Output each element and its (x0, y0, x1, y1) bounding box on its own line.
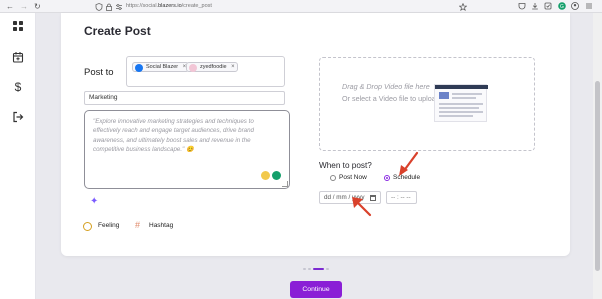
permissions-icon (116, 4, 122, 10)
account-chip-label: zyedfoodie (200, 64, 227, 70)
reload-icon[interactable]: ↻ (34, 1, 41, 12)
step-dot (308, 268, 311, 270)
when-to-post-label: When to post? (319, 161, 372, 170)
facebook-icon (135, 63, 143, 72)
time-input[interactable]: -- : -- -- (386, 191, 417, 204)
video-dropzone[interactable]: Drag & Drop Video file here Or select a … (319, 57, 535, 151)
ai-magic-icon[interactable]: ✦ (90, 196, 98, 207)
account-selector[interactable]: Social Blazer × zyedfoodie × (126, 56, 285, 87)
feeling-icon[interactable] (83, 222, 92, 231)
extensions-icon[interactable] (544, 2, 552, 10)
step-dot (326, 268, 329, 270)
caption-textarea[interactable]: "Explore innovative marketing strategies… (84, 110, 290, 189)
step-dot (303, 268, 306, 270)
grammarly-icon[interactable] (272, 171, 281, 180)
forward-icon[interactable]: → (20, 1, 28, 12)
shield-icon (95, 3, 103, 11)
annotation-arrow-icon (352, 197, 372, 217)
account-chip-instagram[interactable]: zyedfoodie × (186, 62, 238, 72)
page-scrollbar[interactable] (593, 13, 602, 299)
remove-account-icon[interactable]: × (231, 63, 235, 71)
calendar-icon[interactable] (12, 51, 24, 63)
post-now-label[interactable]: Post Now (339, 174, 367, 181)
post-to-label: Post to (84, 67, 114, 78)
dashboard-icon[interactable] (12, 20, 24, 32)
annotation-arrow-icon (399, 151, 419, 176)
back-icon[interactable]: ← (6, 1, 14, 12)
sidebar: $ (0, 13, 36, 299)
url-text: https://social.blazers.io/create_post (126, 3, 212, 9)
pocket-icon[interactable] (518, 2, 526, 10)
schedule-radio[interactable] (384, 175, 390, 181)
video-preview-thumbnail (434, 84, 488, 122)
grammarly-icon[interactable]: G (558, 2, 566, 10)
dollar-icon[interactable]: $ (12, 81, 24, 93)
emoji-picker-icon[interactable] (261, 171, 270, 180)
hashtag-label[interactable]: Hashtag (149, 222, 173, 229)
instagram-icon (189, 63, 197, 72)
create-post-card: Create Post Post to Social Blazer × zyed… (61, 13, 570, 256)
dropzone-select-link[interactable]: Or select a Video file to upload (342, 94, 442, 104)
category-input[interactable]: Marketing (84, 91, 285, 105)
step-dot-active (313, 268, 324, 270)
menu-icon[interactable] (585, 2, 593, 10)
resize-handle-icon[interactable] (282, 181, 288, 187)
feeling-label[interactable]: Feeling (98, 222, 119, 229)
bookmark-star-icon[interactable] (459, 3, 467, 11)
download-icon[interactable] (531, 2, 539, 10)
account-chip-facebook[interactable]: Social Blazer × (132, 62, 190, 72)
dropzone-instruction: Drag & Drop Video file here (342, 82, 430, 91)
lock-icon (106, 3, 112, 11)
browser-toolbar: ← → ↻ https://social.blazers.io/create_p… (0, 0, 602, 13)
caption-text: "Explore innovative marketing strategies… (93, 118, 254, 154)
account-chip-label: Social Blazer (146, 64, 179, 70)
post-now-radio[interactable] (330, 175, 336, 181)
continue-button[interactable]: Continue (290, 281, 342, 298)
logout-icon[interactable] (12, 111, 24, 123)
hashtag-icon[interactable]: # (135, 220, 140, 230)
profile-icon[interactable] (571, 2, 579, 10)
scrollbar-thumb[interactable] (595, 81, 600, 271)
svg-text:G: G (560, 4, 564, 10)
page-title: Create Post (84, 24, 151, 38)
address-bar[interactable]: https://social.blazers.io/create_post (90, 1, 475, 12)
